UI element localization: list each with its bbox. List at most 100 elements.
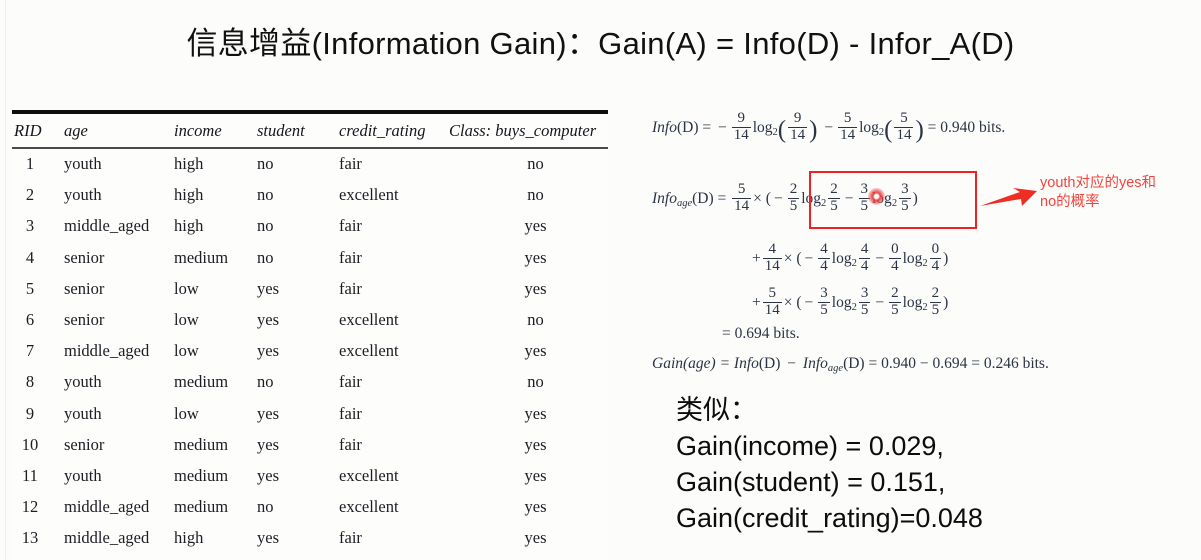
fraction-numerator: 4: [820, 241, 828, 257]
line2-p2: 04: [889, 241, 901, 275]
table-row: 3 middle_aged high no fair yes: [12, 211, 608, 242]
line2-times: × (: [783, 249, 802, 267]
formula-info-d-log-1: log: [752, 118, 773, 136]
red-note-line-2: no的概率: [1040, 194, 1100, 211]
summary-gain-credit-rating: Gain(credit_rating)=0.048: [676, 502, 983, 533]
formula-info-age-minus-1: −: [773, 189, 783, 207]
cell-class: yes: [524, 434, 547, 454]
table-row: 1 youth high no fair no: [12, 149, 608, 180]
cell-class: no: [527, 154, 544, 174]
cell-income: low: [174, 341, 199, 361]
cell-income: high: [174, 154, 204, 174]
cell-class: yes: [524, 528, 547, 548]
cell-age: youth: [64, 403, 102, 423]
cell-credit-rating: fair: [339, 528, 362, 548]
cell-income: low: [174, 403, 199, 423]
cell-student: no: [257, 216, 274, 236]
cell-age: senior: [64, 434, 105, 454]
line2-p1: 44: [818, 241, 830, 275]
line3-close: ): [943, 293, 949, 311]
line2-q2: 04: [929, 241, 942, 275]
cell-age: middle_aged: [64, 528, 150, 548]
cell-income: medium: [174, 465, 229, 485]
slide-canvas: 信息增益(Information Gain)：Gain(A) = Info(D)…: [0, 0, 1201, 560]
cell-income: high: [174, 216, 204, 236]
cell-age: senior: [64, 247, 105, 267]
table-row: 8 youth medium no fair no: [12, 367, 608, 398]
cell-income: medium: [174, 372, 229, 392]
table-row: 5 senior low yes fair yes: [12, 273, 608, 304]
fraction-denominator: 4: [889, 257, 901, 274]
cell-rid: 5: [25, 278, 35, 298]
line2-minus-2: −: [875, 249, 885, 267]
fraction-numerator: 9: [737, 110, 745, 126]
fraction-numerator: 5: [768, 285, 777, 301]
line3-p2: 25: [889, 285, 901, 319]
cell-student: yes: [257, 465, 279, 485]
summary-heading: 类似：: [676, 395, 757, 425]
cell-class: yes: [524, 247, 547, 267]
cell-age: youth: [64, 465, 102, 485]
cell-credit-rating: fair: [339, 372, 362, 392]
cell-class: yes: [524, 278, 547, 298]
fraction-numerator: 4: [860, 241, 869, 257]
formula-info-age-line3: +5 14 × (−3 5 log2 3 5−2 5 log2 2 5): [752, 285, 949, 320]
table-row: 11 youth medium yes excellent yes: [12, 460, 608, 491]
column-header-credit-rating: credit_rating: [339, 121, 426, 140]
fraction-denominator: 14: [762, 257, 782, 274]
line2-minus-1: −: [804, 249, 814, 267]
open-paren-icon: (: [884, 116, 893, 144]
fraction-numerator: 0: [931, 241, 940, 257]
formula-info-age-weight: 5 14: [732, 181, 752, 215]
cell-student: no: [257, 497, 274, 517]
formula-info-d-arg-1: 9 14: [788, 110, 808, 144]
fraction-denominator: 5: [889, 301, 901, 318]
cell-class: no: [527, 372, 544, 392]
cell-credit-rating: excellent: [339, 465, 399, 485]
table-row: 13 middle_aged high yes fair yes: [12, 523, 608, 554]
formula-gain-age: Gain(age) = Info(D) − Infoage(D) = 0.940…: [652, 355, 1049, 374]
formula-info-age-subscript: age: [676, 197, 693, 209]
fraction-denominator: 5: [858, 301, 871, 318]
red-highlight-box: [809, 171, 977, 229]
fraction-denominator: 14: [838, 126, 858, 143]
fraction-denominator: 4: [858, 257, 871, 274]
mouse-cursor-dot: [868, 188, 885, 205]
cell-age: youth: [64, 185, 102, 205]
page-edge-divider: [5, 0, 6, 560]
summary-block: 类似： Gain(income) = 0.029, Gain(student) …: [676, 393, 983, 537]
cell-rid: 9: [25, 403, 35, 423]
cell-age: youth: [64, 372, 102, 392]
cell-student: no: [257, 554, 339, 560]
fraction-numerator: 3: [820, 285, 828, 301]
cell-income: medium: [174, 497, 229, 517]
formula-info-age-lhs-arg: (D) =: [692, 189, 727, 207]
line2-close: ): [943, 249, 949, 267]
dataset-table: RID age income student credit_rating Cla…: [12, 110, 608, 560]
cell-student: yes: [257, 403, 279, 423]
summary-gain-income: Gain(income) = 0.029,: [676, 430, 944, 461]
red-note-line-1: youth对应的yes和: [1040, 175, 1157, 191]
cell-credit-rating: excellent: [339, 341, 399, 361]
cell-class: yes: [524, 341, 547, 361]
cell-income: high: [174, 185, 204, 205]
table-row: 12 middle_aged medium no excellent yes: [12, 492, 608, 523]
gain-info2-subscript: age: [827, 362, 844, 374]
cell-credit-rating: excellent: [339, 554, 449, 560]
cell-age: middle_aged: [64, 341, 150, 361]
formula-info-d: Info(D) = −9 14 log2(9 14) −5 14 log2(5 14) = …: [652, 110, 1005, 145]
cell-income: high: [174, 528, 204, 548]
line2-q1: 44: [858, 241, 871, 275]
cell-age: senior: [64, 310, 105, 330]
cell-student: yes: [257, 528, 279, 548]
cell-class: yes: [524, 497, 547, 517]
cell-age: senior: [64, 554, 174, 560]
cell-student: no: [257, 372, 274, 392]
cell-student: no: [257, 185, 274, 205]
line2-log-1: log: [831, 249, 852, 267]
formula-info-age-result: = 0.694 bits.: [722, 325, 800, 342]
line3-weight: 5 14: [762, 285, 782, 319]
cell-credit-rating: fair: [339, 403, 362, 423]
formula-info-d-lhs: Info: [652, 118, 677, 136]
cell-rid: 8: [25, 372, 35, 392]
